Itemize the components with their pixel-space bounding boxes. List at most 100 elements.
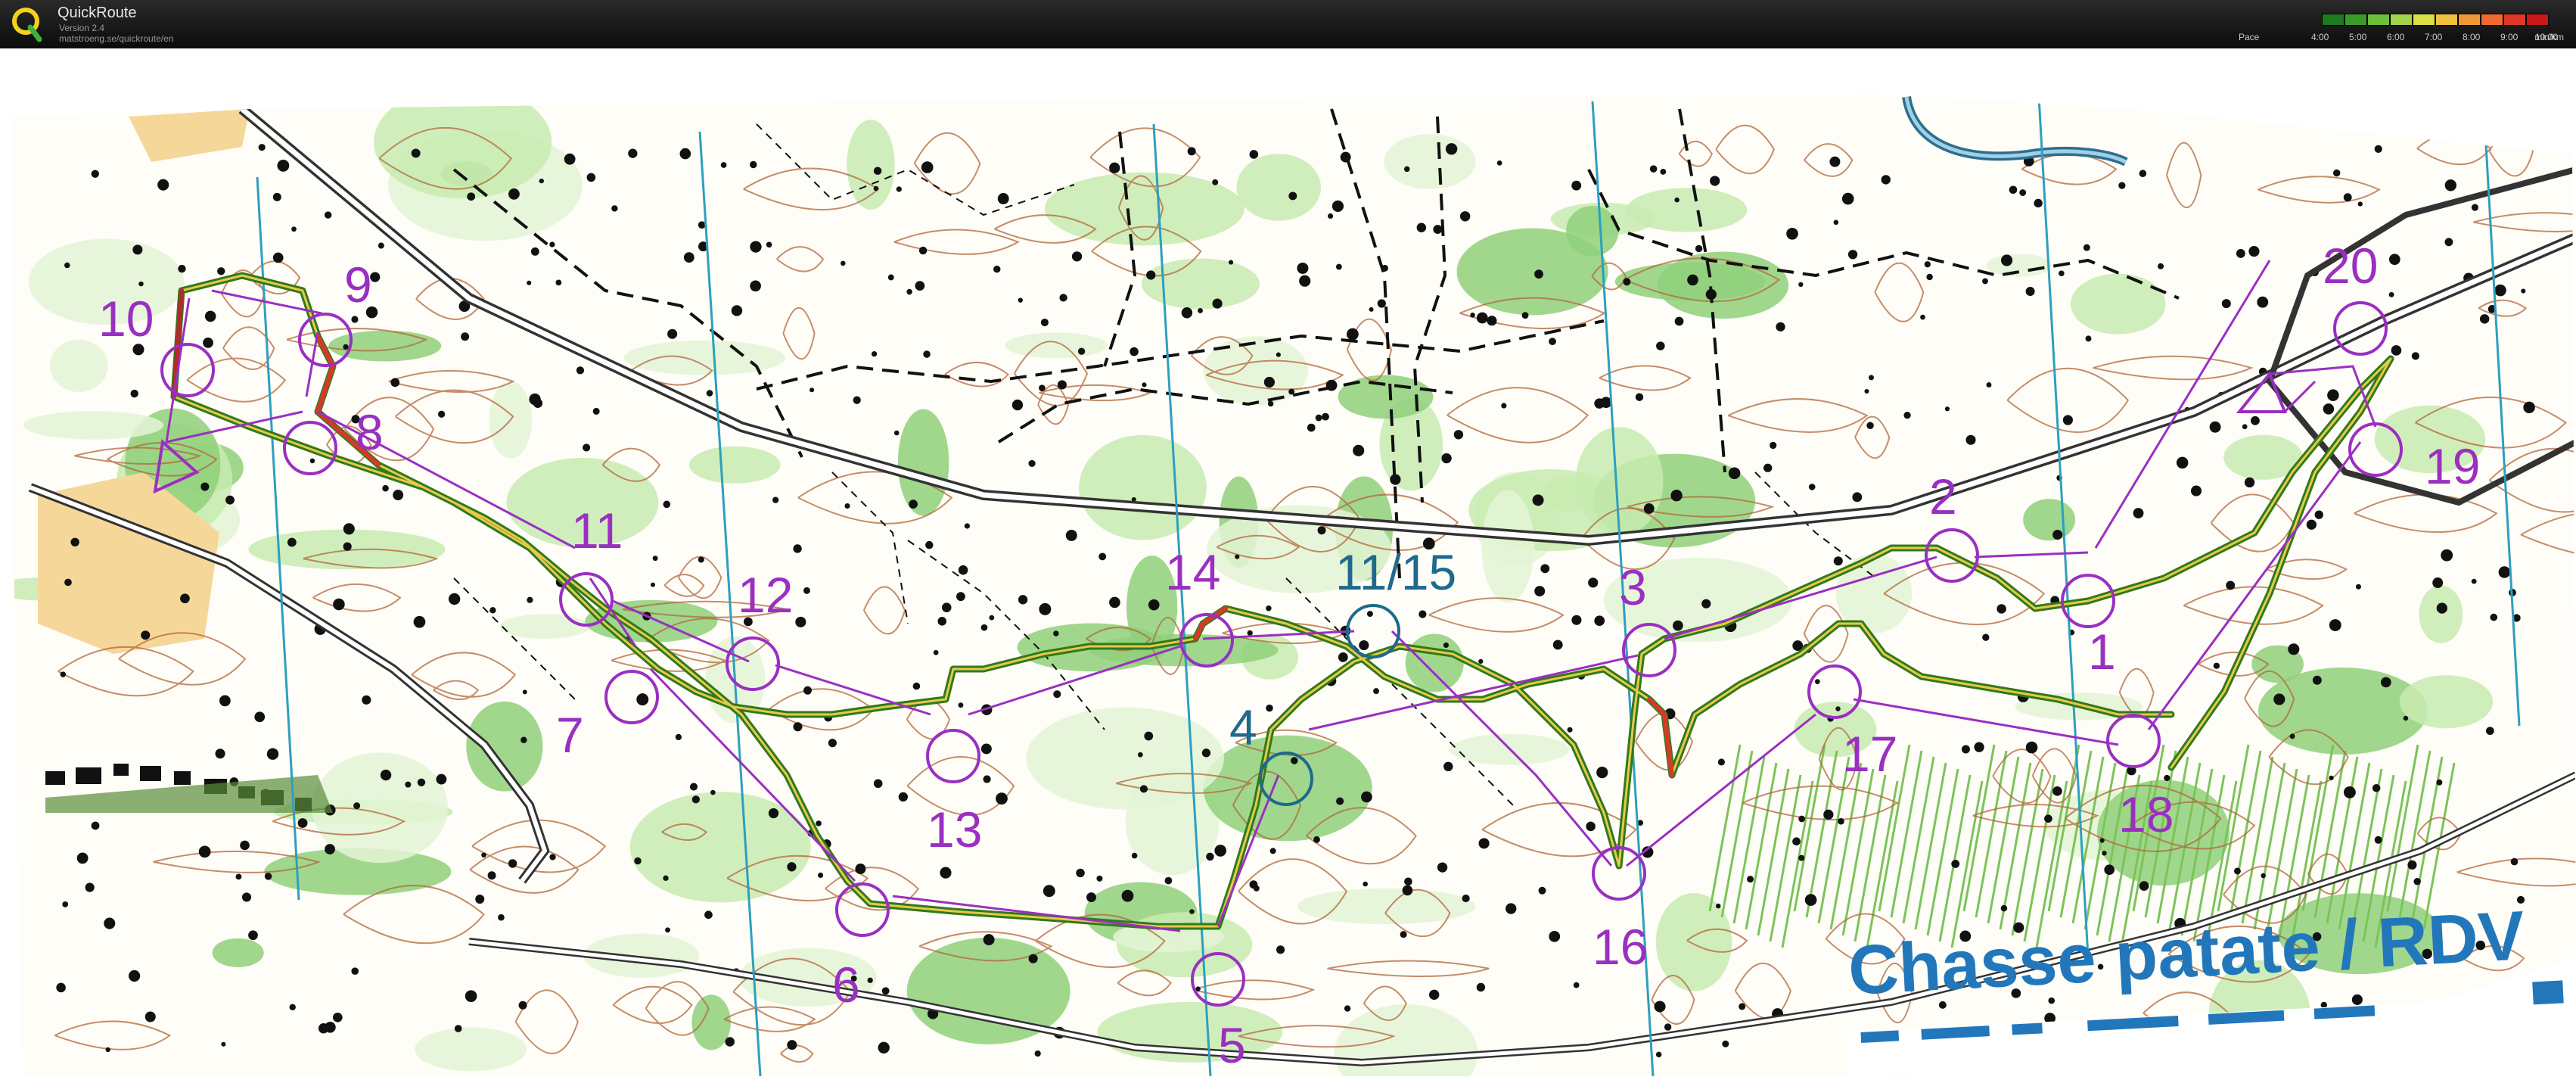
boulder (1404, 877, 1412, 886)
boulder (62, 901, 69, 907)
control-label: 16 (1593, 919, 1648, 975)
boulder (2083, 244, 2090, 251)
control-label: 4 (1229, 699, 1257, 755)
boulder (527, 596, 533, 603)
boulder (1534, 269, 1543, 279)
boulder (1249, 150, 1259, 159)
boulder (324, 211, 332, 219)
boulder (983, 934, 995, 946)
map-canvas[interactable]: 1 2 3 4 5 6 7 8 9 10 11 12 13 14 11/15 1… (0, 48, 2576, 1076)
boulder (2314, 510, 2323, 519)
boulder (663, 875, 669, 881)
boulder (1212, 179, 1219, 185)
boulder (1228, 260, 1234, 265)
boulder (1567, 727, 1573, 733)
vegetation-patch (49, 339, 108, 392)
boulder (1096, 875, 1103, 882)
boulder (1763, 463, 1773, 472)
control-label: 17 (1842, 726, 1897, 782)
boulder (417, 778, 426, 786)
boulder (2436, 602, 2448, 614)
boulder (2288, 643, 2300, 655)
boulder (2471, 578, 2477, 584)
pace-tick: 9:00 (2500, 32, 2519, 42)
boulder (793, 722, 803, 732)
boulder (2494, 284, 2506, 297)
boulder (956, 592, 965, 602)
boulder (2000, 254, 2013, 266)
control-label: 18 (2118, 786, 2174, 842)
boulder (2411, 352, 2419, 360)
boulder (1673, 620, 1683, 631)
boulder (1687, 274, 1698, 286)
boulder (1924, 261, 1931, 268)
boulder (1926, 273, 1933, 281)
boulder (2025, 741, 2038, 754)
boulder (1328, 213, 1334, 219)
boulder (1573, 982, 1580, 988)
vegetation-patch (23, 411, 164, 440)
boulder (706, 390, 713, 397)
boulder (1823, 809, 1834, 820)
boulder (1549, 930, 1561, 942)
boulder (818, 872, 824, 879)
boulder (266, 748, 279, 760)
control-label: 20 (2323, 238, 2378, 294)
boulder (1864, 389, 1869, 394)
boulder (1588, 577, 1599, 588)
boulder (508, 188, 520, 200)
boulder (583, 444, 591, 452)
boulder (1288, 191, 1297, 201)
boulder (1297, 262, 1309, 274)
vegetation-patch (1297, 888, 1476, 925)
boulder (1266, 704, 1273, 712)
boulder (2025, 286, 2035, 297)
boulder (2432, 577, 2444, 588)
boulder (915, 281, 925, 291)
boulder (64, 262, 70, 269)
boulder (2343, 193, 2352, 202)
boulder (1441, 453, 1452, 464)
vegetation-patch (499, 614, 591, 640)
boulder (1148, 599, 1160, 611)
boulder (1053, 690, 1061, 699)
boulder (1043, 885, 1055, 898)
vegetation-patch (1481, 490, 1534, 603)
pace-label: Pace (2239, 32, 2260, 42)
boulder (691, 795, 700, 804)
boulder (576, 366, 585, 375)
control-label: 9 (344, 257, 372, 313)
boulder (2388, 254, 2400, 266)
boulder (2257, 296, 2269, 308)
boulder (332, 1012, 343, 1022)
boulder (258, 144, 266, 151)
boulder (1011, 399, 1024, 411)
boulder (679, 148, 691, 160)
vegetation-patch (1405, 633, 1464, 693)
boulder (628, 148, 638, 158)
boulder (665, 927, 670, 933)
boulder (132, 244, 143, 255)
boulder (2381, 677, 2391, 688)
pace-color-swatch (2390, 14, 2413, 26)
boulder (2498, 566, 2511, 578)
boulder (1847, 250, 1858, 260)
boulder (898, 792, 909, 802)
boulder (1804, 894, 1817, 906)
boulder (1655, 1051, 1662, 1058)
boulder (675, 733, 682, 741)
boulder (2164, 774, 2170, 782)
boulder (958, 565, 968, 575)
boulder (1336, 797, 1344, 805)
boulder (1670, 490, 1683, 502)
boulder (1717, 758, 1725, 766)
app-url: matstroeng.se/quickroute/en (59, 33, 174, 44)
boulder (2312, 675, 2322, 685)
pace-tick: 7:00 (2425, 32, 2443, 42)
boulder (650, 582, 656, 587)
boulder (925, 540, 934, 549)
orienteering-map[interactable]: 1 2 3 4 5 6 7 8 9 10 11 12 13 14 11/15 1… (0, 48, 2576, 1076)
boulder (1276, 352, 1281, 357)
boulder (1808, 484, 1816, 490)
pace-color-swatch (2526, 14, 2549, 26)
